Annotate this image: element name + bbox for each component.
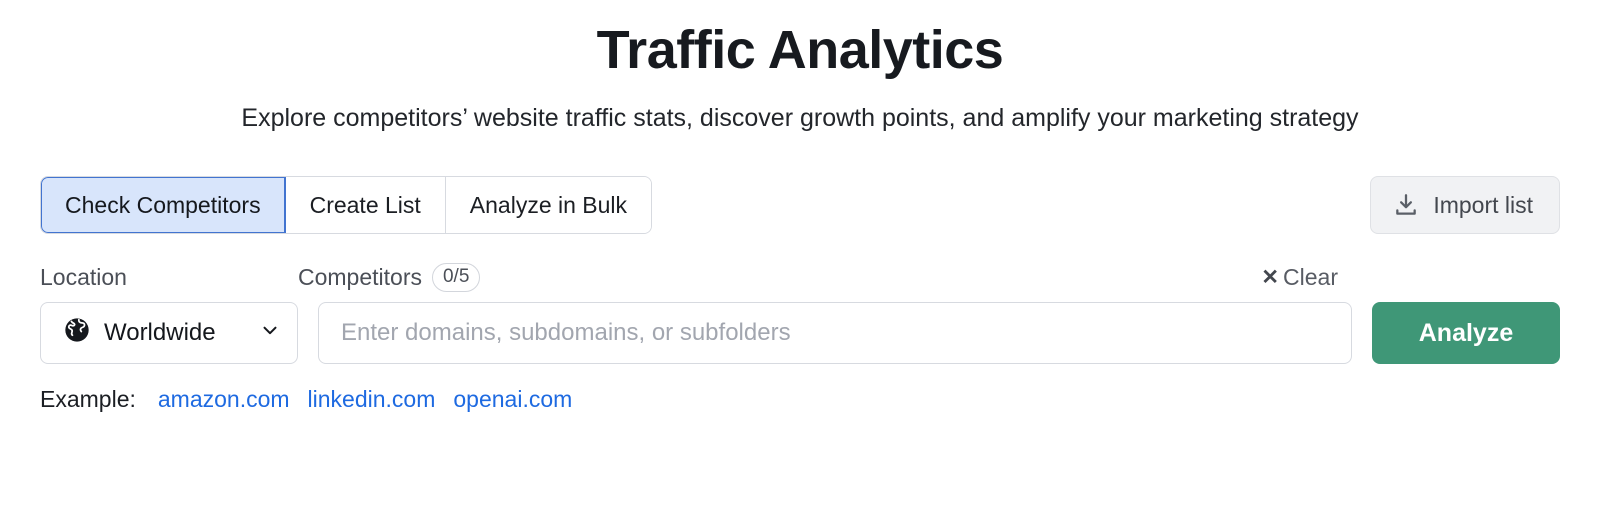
competitors-label: Competitors [298,263,422,290]
example-link-openai[interactable]: openai.com [453,386,572,413]
analyze-button[interactable]: Analyze [1372,302,1560,364]
example-row: Example: amazon.com linkedin.com openai.… [40,386,1560,413]
domain-search-input[interactable] [318,302,1352,364]
example-link-amazon[interactable]: amazon.com [158,386,290,413]
page-title: Traffic Analytics [596,20,1004,80]
download-icon [1393,192,1419,218]
location-value: Worldwide [104,319,216,346]
close-icon: ✕ [1261,265,1280,289]
import-list-button[interactable]: Import list [1370,176,1560,234]
tab-check-competitors[interactable]: Check Competitors [41,177,286,233]
mode-tab-group: Check Competitors Create List Analyze in… [40,176,653,234]
chevron-down-icon [259,319,281,348]
globe-icon [63,316,91,351]
search-controls-row: Worldwide Analyze [40,302,1560,364]
location-label: Location [40,263,127,290]
tab-row: Check Competitors Create List Analyze in… [40,176,1560,234]
example-link-linkedin[interactable]: linkedin.com [308,386,436,413]
page-subtitle: Explore competitors’ website traffic sta… [241,104,1359,132]
tab-analyze-in-bulk[interactable]: Analyze in Bulk [445,177,652,233]
clear-label: Clear [1283,263,1338,290]
competitors-count-badge: 0/5 [431,262,481,292]
tab-create-list[interactable]: Create List [285,177,446,233]
traffic-analytics-page: Traffic Analytics Explore competitors’ w… [0,0,1600,524]
field-labels-row: Location Competitors 0/5 ✕ Clear [40,262,1560,292]
example-label: Example: [40,386,136,412]
competitors-label-group: Competitors 0/5 [298,262,481,292]
clear-button[interactable]: ✕ Clear [1261,264,1338,291]
import-list-label: Import list [1433,191,1533,218]
location-select[interactable]: Worldwide [40,302,298,364]
